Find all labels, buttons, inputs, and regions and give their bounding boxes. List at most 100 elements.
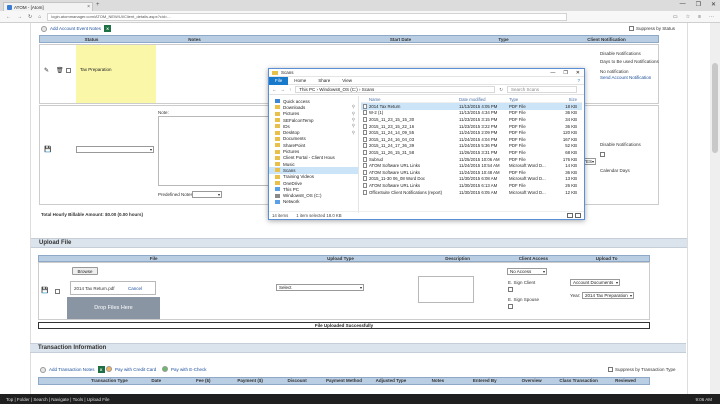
explorer-search-input[interactable]: Search Scans <box>507 86 578 93</box>
file-row[interactable]: 2015_11_23_15_15_30 11/23/2015 3:15 PM PDF… <box>361 116 582 123</box>
file-row[interactable]: 2015_11_26_15_31_58 11/26/2015 3:31 PM PDF… <box>361 149 582 156</box>
row-checkbox[interactable] <box>66 68 71 73</box>
file-size: 68 KB <box>565 149 577 155</box>
pin-icon[interactable]: ⚲ <box>352 123 355 129</box>
back-icon[interactable]: ← <box>6 14 11 20</box>
pin-icon[interactable]: ⚲ <box>352 111 355 117</box>
upload-row-checkbox[interactable] <box>55 289 60 294</box>
help-icon[interactable]: ? <box>577 78 584 83</box>
explorer-back-icon[interactable]: ← <box>272 87 277 92</box>
url-field[interactable]: login.atommanager.com/ATOM_NEW/UI/Client… <box>47 12 568 21</box>
file-row[interactable]: W-2 (1) 11/13/2015 4:34 PM PDF File 36 KB <box>361 110 582 117</box>
file-row[interactable]: 2014 Tax Return 11/13/2015 4:05 PM PDF Fil… <box>361 103 582 110</box>
upload-type-select[interactable]: Select <box>276 284 364 291</box>
large-icons-view-icon[interactable] <box>575 213 581 218</box>
add-transaction-notes-link[interactable]: Add Transaction Notes X <box>40 366 105 373</box>
suppress-transaction-toggle[interactable]: Suppress by Transaction Type <box>608 367 675 372</box>
nav-item-label: Music <box>283 161 295 167</box>
forward-icon[interactable]: → <box>17 14 22 20</box>
explorer-refresh-icon[interactable]: ↻ <box>499 87 503 93</box>
status-cell: Tax Preparation <box>76 45 156 103</box>
suppress-status-toggle[interactable]: Suppress by Status <box>629 26 675 31</box>
pin-icon[interactable]: ⚲ <box>352 130 355 136</box>
explorer-maximize-button[interactable]: ❐ <box>563 70 567 76</box>
transaction-excel-icon[interactable]: X <box>97 366 105 373</box>
save-upload-icon[interactable]: 💾 <box>41 287 48 294</box>
edit-icon[interactable]: ✎ <box>44 67 49 74</box>
pay-credit-card-link[interactable]: Pay with Credit Card <box>106 366 156 372</box>
col-size[interactable]: Size <box>553 97 580 102</box>
status-select[interactable] <box>76 146 154 153</box>
new-tab-icon[interactable]: + <box>96 2 100 8</box>
close-tab-icon[interactable]: × <box>87 4 90 10</box>
explorer-close-button[interactable]: ✕ <box>576 70 580 76</box>
favorites-star-icon[interactable]: ☆ <box>686 14 690 20</box>
col-date[interactable]: Date modified <box>459 97 509 102</box>
file-row[interactable]: 2015_11-30 06_08 Word Doc 11/30/2015 6:08… <box>361 176 582 183</box>
suppress-transaction-checkbox[interactable] <box>608 367 613 372</box>
file-explorer-window[interactable]: Scans — ❐ ✕ File Home Share View ? ← → ↑… <box>268 68 585 220</box>
cancel-file-link[interactable]: Cancel <box>128 286 142 291</box>
details-view-icon[interactable] <box>567 213 573 218</box>
predefined-notes-select[interactable] <box>192 191 222 198</box>
ribbon-tab-file[interactable]: File <box>269 76 289 85</box>
page-scrollbar[interactable] <box>710 23 720 394</box>
file-row[interactable]: ATOM Software URL Links 11/24/2015 10:54 … <box>361 162 582 169</box>
file-row[interactable]: 2015_11_24_17_36_39 11/24/2015 5:36 PM PDF… <box>361 143 582 150</box>
col-name[interactable]: Name <box>361 97 459 102</box>
file-row[interactable]: OfficeSuite Client Notifications (report… <box>361 189 582 196</box>
file-row[interactable]: 2015_11_23_15_22_16 11/23/2015 3:22 PM PDF… <box>361 123 582 130</box>
description-textarea[interactable] <box>418 276 474 303</box>
col-type[interactable]: Type <box>509 97 553 102</box>
taskbar-apps[interactable]: Top | Folder | Search | Navigate | Tools… <box>0 397 110 402</box>
send-notification-link[interactable]: Send Account Notification <box>600 75 651 80</box>
save-note-icon[interactable]: 💾 <box>44 146 51 153</box>
home-icon[interactable]: ⌂ <box>38 14 41 20</box>
esign-spouse-checkbox[interactable] <box>508 304 513 309</box>
browser-tab[interactable]: ATOM - [Atom] × <box>3 2 93 11</box>
upload-to-select[interactable]: Account Documents <box>570 279 620 286</box>
selection-info: 1 item selected 18.0 KB <box>296 213 342 218</box>
ribbon-tab-share[interactable]: Share <box>312 77 336 85</box>
esign-client-checkbox[interactable] <box>508 287 513 292</box>
delete-icon[interactable]: 🗑 <box>56 67 64 74</box>
file-row[interactable]: 2015_11_24_14_09_55 11/24/2015 2:09 PM PDF… <box>361 129 582 136</box>
add-event-notes-link[interactable]: Add Account Event Notes X <box>41 25 112 32</box>
explorer-forward-icon[interactable]: → <box>281 87 286 92</box>
file-name: 2015_11_24_14_09_55 <box>369 130 415 136</box>
nav-item[interactable]: Network <box>269 199 358 205</box>
file-type: Microsoft Word D... <box>509 176 546 182</box>
more-icon[interactable]: ⋯ <box>709 14 714 20</box>
explorer-title: Scans <box>281 70 294 75</box>
explorer-minimize-button[interactable]: — <box>550 70 555 76</box>
close-button[interactable]: ✕ <box>711 1 716 8</box>
file-row[interactable]: ATOM Software URL Links 11/30/2015 6:13 A… <box>361 182 582 189</box>
drop-files-zone[interactable]: Drop Files Here <box>67 297 160 319</box>
excel-export-icon[interactable]: X <box>104 25 112 32</box>
scrollbar-thumb[interactable] <box>712 63 718 153</box>
transaction-section-header: Transaction Information <box>30 343 686 353</box>
reading-view-icon[interactable]: ▭ <box>673 14 678 20</box>
ribbon-tab-view[interactable]: View <box>336 77 358 85</box>
file-row[interactable]: 2015_11_24_16_04_03 11/24/2015 4:04 PM PDF… <box>361 136 582 143</box>
pin-icon[interactable]: ⚲ <box>352 104 355 110</box>
file-row[interactable]: Subrud 11/25/2015 10:06 AM PDF File 176 KB <box>361 156 582 163</box>
hub-icon[interactable]: ≡ <box>698 14 701 20</box>
pay-echeck-link[interactable]: Pay with E-Check <box>162 366 207 372</box>
file-row[interactable]: ATOM Software URL Links 11/24/2015 10:48 … <box>361 169 582 176</box>
ribbon-tab-home[interactable]: Home <box>288 77 312 85</box>
file-size: 52 KB <box>565 143 577 149</box>
suppress-status-checkbox[interactable] <box>629 26 634 31</box>
nav-item-label: Network <box>283 199 300 205</box>
explorer-breadcrumb[interactable]: This PC › Windows8_OS (C:) › Scans <box>295 86 496 93</box>
browse-button[interactable]: Browse <box>72 267 98 275</box>
note-textarea[interactable] <box>158 116 278 186</box>
notify-checkbox[interactable] <box>600 152 605 157</box>
refresh-icon[interactable]: ↻ <box>28 14 32 20</box>
client-access-select[interactable]: No Access <box>507 268 547 275</box>
maximize-button[interactable]: ❐ <box>696 1 701 8</box>
year-select[interactable]: 2014 Tax Preparation <box>582 292 634 299</box>
minimize-button[interactable]: — <box>680 1 686 8</box>
pin-icon[interactable]: ⚲ <box>352 117 355 123</box>
explorer-up-icon[interactable]: ↑ <box>289 87 291 92</box>
